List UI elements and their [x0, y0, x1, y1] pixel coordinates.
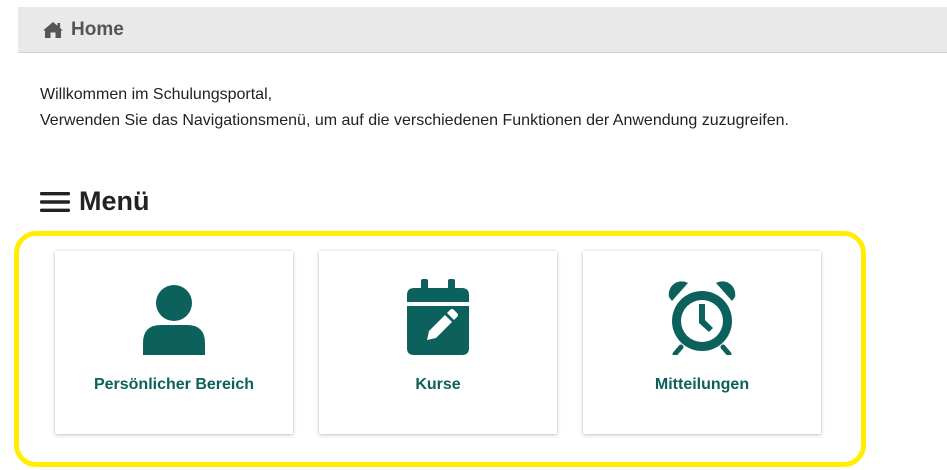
alarm-clock-icon [662, 275, 742, 355]
page: Home Willkommen im Schulungsportal, Verw… [0, 0, 947, 470]
messages-label: Mitteilungen [654, 376, 750, 393]
breadcrumb-home-label: Home [71, 18, 124, 40]
courses-card[interactable]: Kurse [319, 251, 557, 434]
breadcrumb-home-link[interactable]: Home [42, 19, 124, 41]
personal-area-card[interactable]: Persönlicher Bereich [55, 251, 293, 434]
messages-card[interactable]: Mitteilungen [583, 251, 821, 434]
menu-heading: Menü [40, 186, 150, 217]
welcome-line-2: Verwenden Sie das Navigationsmenü, um au… [40, 112, 789, 129]
welcome-line-1: Willkommen im Schulungsportal, [40, 86, 273, 103]
home-icon [42, 21, 64, 39]
breadcrumb: Home [18, 7, 947, 53]
calendar-edit-icon [398, 275, 478, 355]
welcome-message: Willkommen im Schulungsportal, Verwenden… [40, 82, 789, 134]
menu-title: Menü [79, 186, 150, 216]
courses-label: Kurse [415, 376, 461, 393]
personal-area-label: Persönlicher Bereich [93, 376, 255, 393]
hamburger-icon [40, 190, 70, 214]
user-icon [134, 275, 214, 355]
